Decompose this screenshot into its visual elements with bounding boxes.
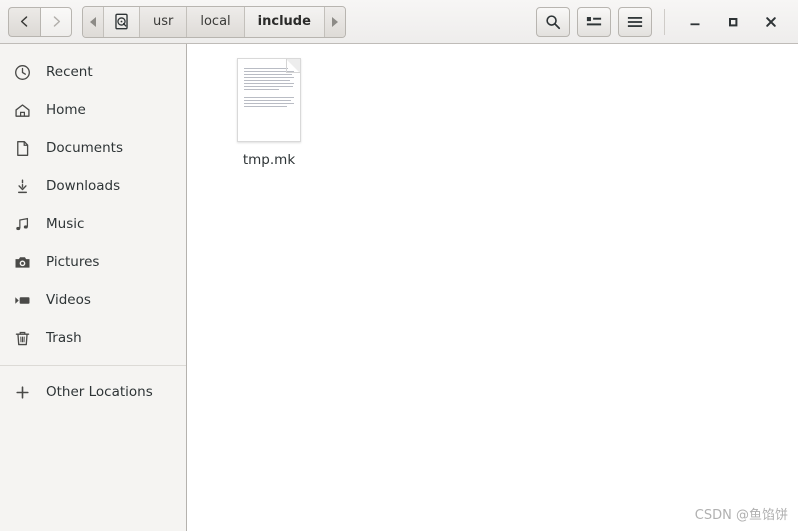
search-button[interactable] — [536, 6, 570, 37]
breadcrumb-item-usr[interactable]: usr — [140, 6, 188, 37]
plus-icon — [14, 384, 38, 401]
back-button[interactable] — [8, 6, 40, 37]
header-separator — [664, 8, 665, 35]
maximize-icon — [729, 17, 738, 26]
search-icon — [546, 14, 561, 29]
sidebar-item-downloads[interactable]: Downloads — [0, 167, 186, 205]
close-button[interactable] — [752, 7, 790, 37]
sidebar-item-home[interactable]: Home — [0, 91, 186, 129]
thumbnail-text-lines — [244, 68, 294, 109]
hamburger-menu-icon — [627, 16, 643, 27]
minimize-icon — [690, 22, 700, 25]
home-icon — [14, 102, 38, 119]
close-icon — [766, 16, 776, 27]
triangle-right-icon — [331, 16, 338, 27]
sidebar-item-recent[interactable]: Recent — [0, 53, 186, 91]
breadcrumb-item-local[interactable]: local — [187, 6, 245, 37]
hard-drive-icon — [115, 13, 128, 30]
maximize-button[interactable] — [714, 7, 752, 37]
breadcrumb-root-button[interactable] — [104, 6, 140, 37]
sidebar-item-label: Downloads — [46, 178, 121, 194]
watermark: CSDN @鱼馅饼 — [694, 508, 788, 523]
trash-icon — [14, 330, 38, 347]
window-body: Recent Home Documents Downloads Music Pi… — [0, 44, 798, 531]
header-actions — [536, 6, 652, 37]
sidebar: Recent Home Documents Downloads Music Pi… — [0, 44, 187, 531]
file-manager-window: usr local include Recent Home Documents … — [0, 0, 798, 531]
triangle-left-icon — [90, 16, 96, 27]
file-list-area[interactable]: tmp.mk CSDN @鱼馅饼 — [187, 44, 798, 531]
main-menu-button[interactable] — [618, 6, 652, 37]
sidebar-item-label: Home — [46, 102, 86, 118]
video-icon — [14, 292, 38, 309]
sidebar-item-trash[interactable]: Trash — [0, 319, 186, 357]
sidebar-item-label: Other Locations — [46, 384, 153, 400]
clock-icon — [14, 64, 38, 81]
page-fold-edge — [286, 59, 300, 73]
breadcrumb-scroll-left-button[interactable] — [83, 6, 104, 37]
minimize-button[interactable] — [676, 7, 714, 37]
navigation-button-group — [8, 6, 72, 37]
sidebar-item-label: Documents — [46, 140, 123, 156]
window-controls — [676, 7, 790, 37]
sidebar-item-label: Music — [46, 216, 85, 232]
chevron-left-icon — [20, 16, 28, 27]
sidebar-item-label: Pictures — [46, 254, 100, 270]
text-file-thumbnail — [237, 58, 301, 142]
file-item[interactable]: tmp.mk — [221, 58, 317, 168]
music-note-icon — [14, 216, 38, 233]
breadcrumb-item-include[interactable]: include — [244, 6, 325, 37]
breadcrumb: usr local include — [82, 5, 346, 38]
sidebar-item-documents[interactable]: Documents — [0, 129, 186, 167]
sidebar-item-other-locations[interactable]: Other Locations — [0, 373, 186, 411]
breadcrumb-item-label: local — [200, 14, 231, 29]
sidebar-item-label: Videos — [46, 292, 91, 308]
sidebar-divider — [0, 365, 186, 366]
file-name-label: tmp.mk — [242, 152, 296, 168]
sidebar-item-music[interactable]: Music — [0, 205, 186, 243]
forward-button[interactable] — [40, 6, 72, 37]
document-icon — [14, 140, 38, 157]
breadcrumb-item-label: include — [257, 14, 311, 29]
breadcrumb-item-label: usr — [153, 14, 174, 29]
sidebar-item-label: Recent — [46, 64, 93, 80]
download-icon — [14, 178, 38, 195]
chevron-right-icon — [53, 16, 60, 27]
header-bar: usr local include — [0, 0, 798, 44]
view-options-button[interactable] — [577, 6, 611, 37]
sidebar-item-videos[interactable]: Videos — [0, 281, 186, 319]
view-list-icon — [586, 16, 602, 25]
sidebar-item-pictures[interactable]: Pictures — [0, 243, 186, 281]
breadcrumb-scroll-right-button[interactable] — [324, 6, 345, 37]
camera-icon — [14, 254, 38, 271]
sidebar-item-label: Trash — [46, 330, 82, 346]
